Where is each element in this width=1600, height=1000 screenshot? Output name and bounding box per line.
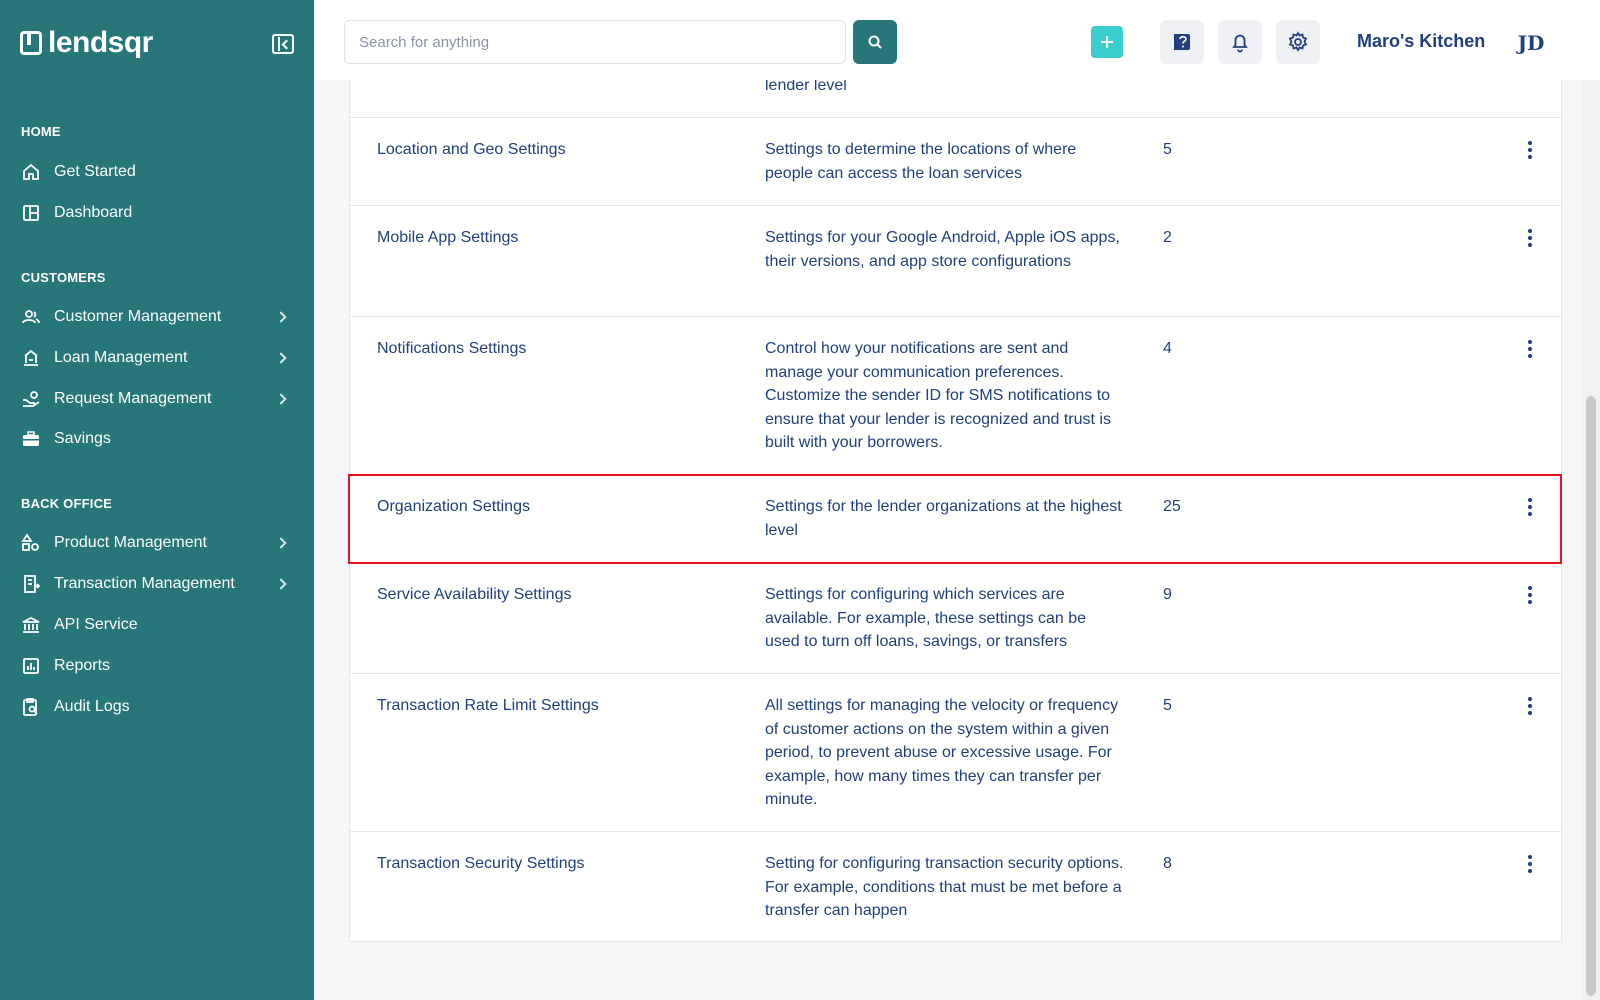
chevron-right-icon [275,537,287,549]
section-label-home: HOME [21,124,61,139]
search-input[interactable] [344,20,846,64]
scrollbar[interactable] [1582,80,1600,1000]
sidebar: lendsqr HOME Get Started Dashboard CUSTO… [0,0,314,1000]
setting-count: 4 [1163,340,1172,357]
home-icon [21,162,41,182]
setting-description: Settings for your Google Android, Apple … [765,229,1120,270]
setting-name: Mobile App Settings [377,229,519,246]
chevron-right-icon [275,311,287,323]
table-row-organization-settings[interactable]: Organization Settings Settings for the l… [350,475,1561,563]
setting-description: Setting for configuring transaction secu… [765,855,1124,919]
dashboard-icon [21,203,41,223]
more-options-icon[interactable] [1520,694,1540,718]
sidebar-item-label: Loan Management [54,349,188,366]
top-bar: Maro's Kitchen JD [314,0,1600,80]
setting-count: 9 [1163,586,1172,603]
savings-icon [21,429,41,449]
logo-mark-icon [20,31,42,55]
setting-name: Location and Geo Settings [377,141,566,158]
setting-name: Notifications Settings [377,340,527,357]
setting-description: Settings for configuring which services … [765,586,1087,650]
setting-name: Transaction Rate Limit Settings [377,697,599,714]
chevron-right-icon [275,352,287,364]
sidebar-item-label: API Service [54,616,138,633]
setting-description: Control how your notifications are sent … [765,340,1111,451]
setting-count: 25 [1163,498,1181,515]
section-label-customers: CUSTOMERS [21,270,106,285]
chevron-right-icon [275,578,287,590]
loan-icon [21,348,41,368]
sidebar-item-label: Dashboard [54,204,133,221]
sidebar-item-label: Savings [54,430,111,447]
scrollbar-thumb[interactable] [1586,396,1596,996]
more-options-icon[interactable] [1520,852,1540,876]
sidebar-item-customer-management[interactable]: Customer Management [21,302,293,332]
more-options-icon[interactable] [1520,583,1540,607]
sidebar-item-transaction-management[interactable]: Transaction Management [21,569,293,599]
transaction-icon [21,574,41,594]
setting-count: 5 [1163,141,1172,158]
more-options-icon[interactable] [1520,495,1540,519]
sidebar-item-label: Get Started [54,163,136,180]
avatar[interactable]: JD [1514,26,1548,60]
sidebar-item-label: Transaction Management [54,575,235,592]
sidebar-item-request-management[interactable]: Request Management [21,384,293,414]
logo-text: lendsqr [48,26,153,59]
setting-name: Service Availability Settings [377,586,572,603]
more-options-icon[interactable] [1520,138,1540,162]
sidebar-item-loan-management[interactable]: Loan Management [21,343,293,373]
sidebar-item-reports[interactable]: Reports [21,651,293,681]
table-row[interactable]: Location and Geo Settings Settings to de… [350,118,1561,206]
product-icon [21,533,41,553]
setting-count: 8 [1163,855,1172,872]
sidebar-collapse-icon[interactable] [272,34,294,54]
sidebar-item-label: Audit Logs [54,698,130,715]
bell-icon [1232,34,1248,53]
sidebar-item-product-management[interactable]: Product Management [21,528,293,558]
sidebar-item-label: Customer Management [54,308,222,325]
lendsqr-logo[interactable]: lendsqr [20,26,153,60]
sidebar-item-label: Request Management [54,390,212,407]
add-button[interactable] [1091,26,1123,58]
sidebar-item-dashboard[interactable]: Dashboard [21,198,293,228]
sidebar-item-get-started[interactable]: Get Started [21,157,293,187]
users-icon [21,307,41,327]
table-row[interactable]: Service Availability Settings Settings f… [350,563,1561,674]
help-icon [1174,34,1190,50]
reports-icon [21,656,41,676]
search-button[interactable] [853,20,897,64]
setting-count: 5 [1163,697,1172,714]
more-options-icon[interactable] [1520,226,1540,250]
table-row[interactable]: Transaction Security Settings Setting fo… [350,832,1561,942]
notifications-button[interactable] [1218,20,1262,64]
audit-icon [21,697,41,717]
setting-name: Transaction Security Settings [377,855,585,872]
sidebar-item-label: Product Management [54,534,207,551]
more-options-icon[interactable] [1520,337,1540,361]
settings-button[interactable] [1276,20,1320,64]
search-icon [868,35,882,49]
section-label-back-office: BACK OFFICE [21,496,113,511]
setting-description: Settings for the lender organizations at… [765,498,1122,539]
plus-icon [1101,36,1113,48]
table-row[interactable]: Transaction Rate Limit Settings All sett… [350,674,1561,832]
setting-name: Organization Settings [377,498,530,515]
chevron-right-icon [275,393,287,405]
gear-icon [1288,31,1308,52]
help-button[interactable] [1160,20,1204,64]
sidebar-item-audit-logs[interactable]: Audit Logs [21,692,293,722]
setting-count: 2 [1163,229,1172,246]
table-row[interactable]: Mobile App Settings Settings for your Go… [350,206,1561,317]
setting-description: Settings to determine the locations of w… [765,141,1077,182]
organization-name[interactable]: Maro's Kitchen [1357,31,1485,52]
setting-description: All settings for managing the velocity o… [765,697,1119,808]
sidebar-item-label: Reports [54,657,111,674]
request-icon [21,389,41,409]
table-row[interactable]: Notifications Settings Control how your … [350,317,1561,475]
sidebar-item-savings[interactable]: Savings [21,424,293,454]
bank-icon [21,615,41,635]
sidebar-item-api-service[interactable]: API Service [21,610,293,640]
